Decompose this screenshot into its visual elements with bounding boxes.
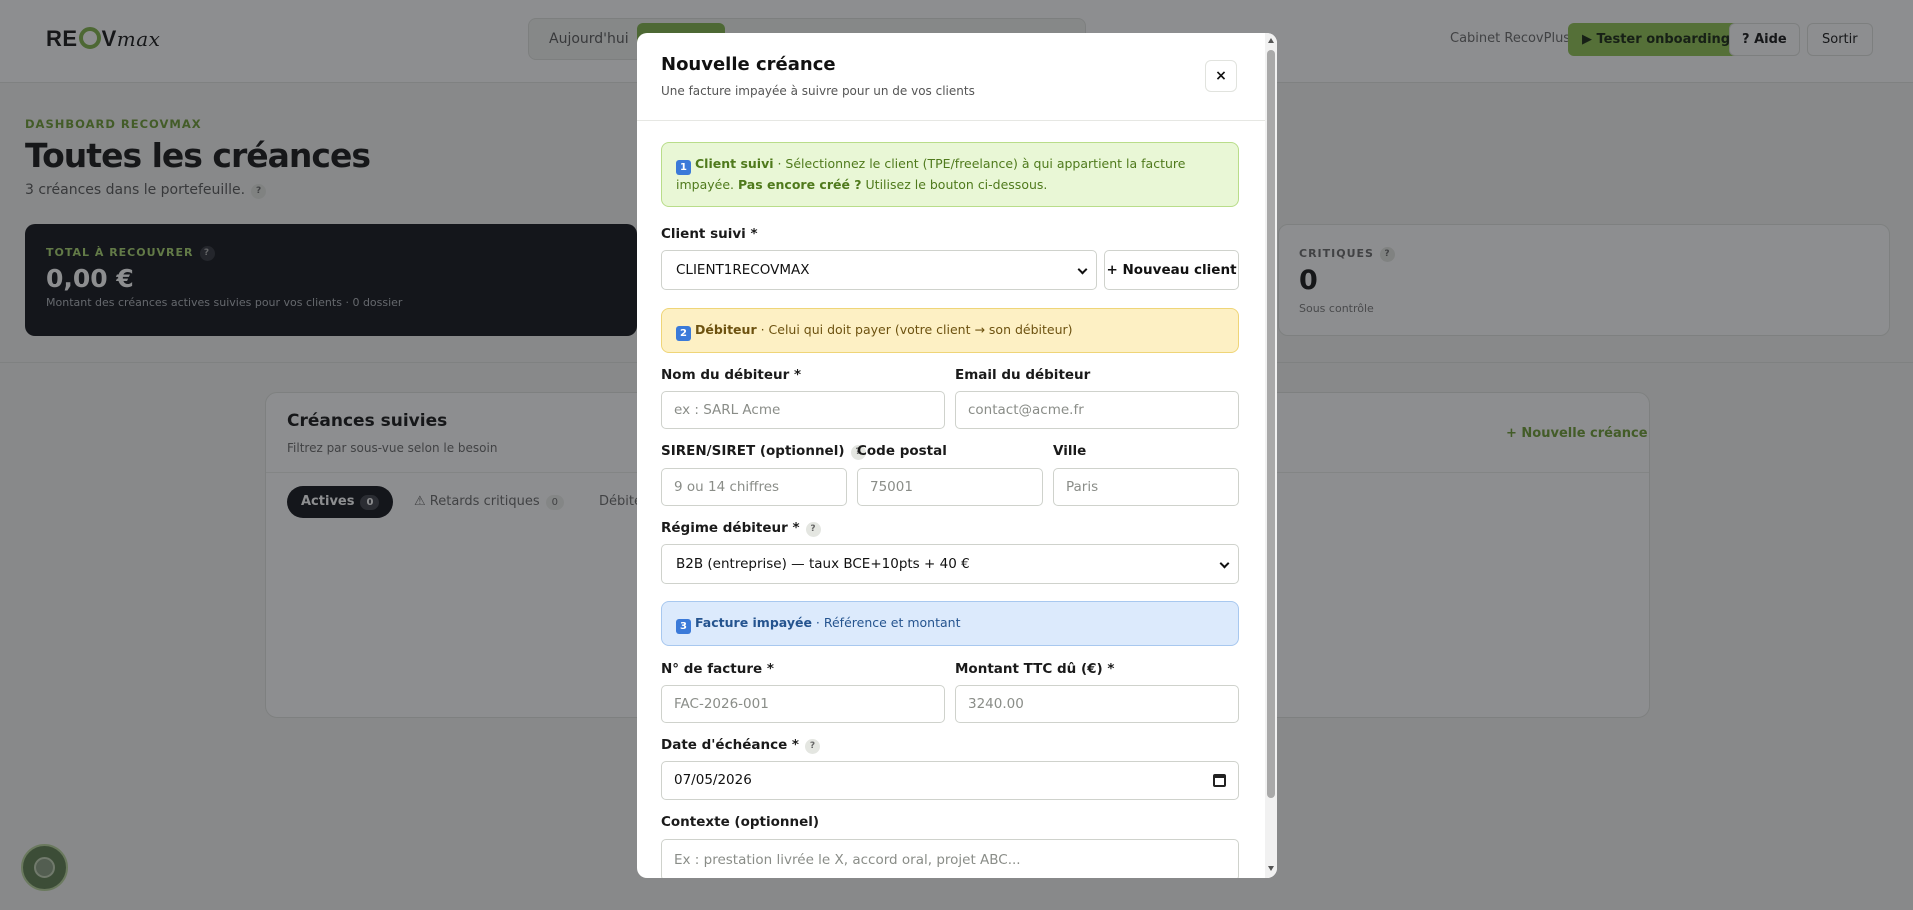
scrollbar-thumb[interactable]	[1267, 50, 1275, 798]
modal-scrollbar[interactable]	[1265, 33, 1277, 878]
step1-client-note: 1 Client suivi · Sélectionnez le client (…	[661, 142, 1239, 207]
context-label: Contexte (optionnel)	[661, 814, 820, 830]
client-label: Client suivi *	[661, 226, 758, 242]
invoice-number-label: N° de facture *	[661, 661, 774, 677]
invoice-number-input[interactable]	[661, 685, 945, 723]
modal-title: Nouvelle créance	[661, 54, 836, 75]
client-select[interactable]: CLIENT1RECOVMAX	[661, 250, 1097, 290]
due-date-label: Date d'échéance *?	[661, 737, 820, 754]
due-date-input[interactable]: 07/05/2026	[661, 761, 1239, 800]
debtor-regime-select[interactable]: B2B (entreprise) — taux BCE+10pts + 40 €	[661, 544, 1239, 584]
amount-label: Montant TTC dû (€) *	[955, 661, 1115, 677]
modal-subtitle: Une facture impayée à suivre pour un de …	[661, 84, 975, 98]
city-input[interactable]	[1053, 468, 1239, 506]
postal-code-input[interactable]	[857, 468, 1043, 506]
scroll-down-icon[interactable]	[1268, 866, 1274, 871]
new-client-button[interactable]: + Nouveau client	[1104, 250, 1239, 290]
chevron-down-icon	[1219, 558, 1230, 569]
step-badge-2: 2	[676, 326, 691, 341]
close-icon[interactable]: ×	[1205, 60, 1237, 92]
step3-invoice-note: 3 Facture impayée · Référence et montant	[661, 601, 1239, 646]
amount-input[interactable]	[955, 685, 1239, 723]
debtor-name-label: Nom du débiteur *	[661, 367, 802, 383]
postal-code-label: Code postal	[857, 443, 947, 459]
scroll-up-icon[interactable]	[1268, 38, 1274, 43]
siren-label: SIREN/SIRET (optionnel)?	[661, 443, 866, 460]
city-label: Ville	[1053, 443, 1087, 459]
modal-header: Nouvelle créance Une facture impayée à s…	[637, 33, 1265, 121]
step-badge-3: 3	[676, 619, 691, 634]
new-claim-modal: Nouvelle créance Une facture impayée à s…	[637, 33, 1277, 878]
debtor-email-label: Email du débiteur	[955, 367, 1091, 383]
siren-input[interactable]	[661, 468, 847, 506]
step2-debtor-note: 2 Débiteur · Celui qui doit payer (votre …	[661, 308, 1239, 353]
chevron-down-icon	[1077, 264, 1088, 275]
debtor-regime-label: Régime débiteur *?	[661, 520, 821, 537]
debtor-email-input[interactable]	[955, 391, 1239, 429]
context-textarea[interactable]	[661, 839, 1239, 878]
calendar-icon[interactable]	[1213, 774, 1226, 787]
debtor-name-input[interactable]	[661, 391, 945, 429]
help-icon[interactable]: ?	[805, 522, 821, 537]
help-icon[interactable]: ?	[805, 739, 820, 754]
step-badge-1: 1	[676, 160, 691, 175]
